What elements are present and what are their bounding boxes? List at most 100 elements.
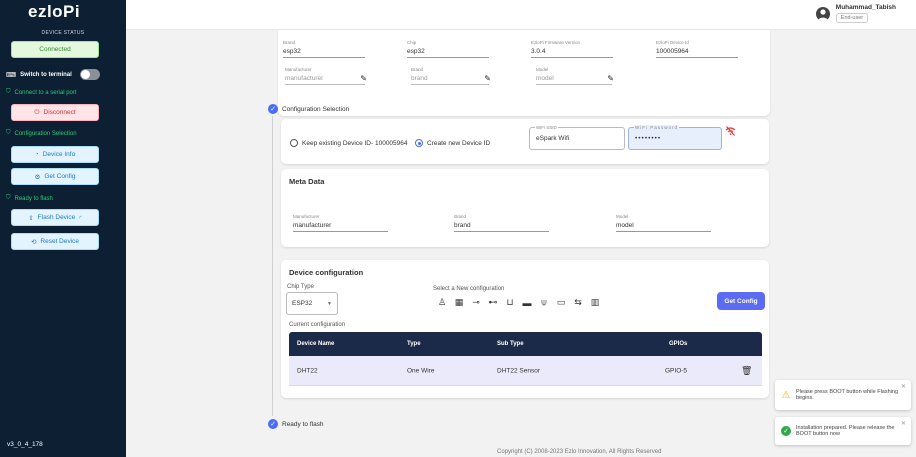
config-selection-label: Configuration Selection	[14, 130, 77, 137]
edit-pencil-icon[interactable]: ✎	[484, 74, 491, 83]
flash-device-label: Flash Device	[37, 214, 76, 221]
wifi-password-input[interactable]: WiFi Password ••••••••	[628, 125, 722, 150]
firmware-value: 3.0.4	[531, 48, 613, 58]
meta-manufacturer-field[interactable]: Manufacturer manufacturer	[293, 214, 388, 232]
meta-model-label: Model	[616, 214, 629, 219]
brand-label: Brand	[283, 40, 296, 45]
toast-success: ✓ Installation prepared. Please release …	[775, 417, 911, 445]
shield-check-icon: ⛉	[6, 195, 11, 201]
flash-icon: ⇪	[28, 214, 34, 222]
connected-label: Connected	[39, 46, 71, 53]
meta-model-field[interactable]: Model model	[616, 214, 711, 232]
app-logo: ezloPi	[28, 2, 81, 21]
switch-terminal-row: ⌨ Switch to terminal	[6, 69, 100, 80]
close-icon[interactable]: ✕	[901, 420, 906, 427]
device-status-label: DEVICE STATUS	[41, 30, 85, 36]
model-edit-label: Model	[536, 67, 549, 72]
chip-type-select[interactable]: ESP32 ▼	[286, 292, 338, 315]
brand-value: esp32	[283, 48, 365, 58]
footer-copyright: Copyright (C) 2008-2023 Ezlo Innovation,…	[497, 449, 662, 455]
meta-manufacturer-label: Manufacturer	[293, 214, 320, 219]
device-id-field: EzloPi Device Id 100005964	[656, 40, 738, 58]
keep-existing-radio[interactable]: Keep existing Device ID- 100005964	[290, 139, 408, 147]
config-card: Keep existing Device ID- 100005964 Creat…	[281, 119, 769, 164]
create-new-radio[interactable]: Create new Device ID	[415, 139, 490, 147]
firmware-label: EzloPi Firmware Version	[531, 40, 581, 45]
meta-data-title: Meta Data	[289, 177, 325, 186]
meta-brand-value: brand	[454, 222, 549, 232]
meta-brand-label: Brand	[454, 214, 467, 219]
firmware-field: EzloPi Firmware Version 3.0.4	[531, 40, 613, 58]
manufacturer-field[interactable]: Manufacturer manufacturer ✎	[285, 67, 367, 85]
meta-manufacturer-value: manufacturer	[293, 222, 388, 232]
device-config-title: Device configuration	[289, 268, 364, 277]
terminal-toggle[interactable]	[79, 69, 100, 80]
meta-brand-field[interactable]: Brand brand	[454, 214, 549, 232]
ready-flash-title: Ready to flash	[282, 420, 324, 428]
radio-button[interactable]	[290, 139, 298, 147]
dimmer-icon[interactable]: ⊸	[471, 297, 481, 308]
bulb-icon[interactable]: ♙	[437, 297, 447, 308]
toast-warning-text: Please press BOOT button while Flashing …	[796, 389, 899, 401]
display-icon[interactable]: ▭	[556, 297, 566, 308]
wifi-ssid-value: eSpark Wifi	[536, 135, 570, 142]
brand-edit-value: brand	[411, 75, 489, 85]
connected-button[interactable]: Connected	[11, 41, 99, 58]
config-selection-heading: ✓ Configuration Selection	[268, 104, 349, 114]
table-header: Device Name Type Sub Type GPIOs	[289, 332, 762, 356]
sensor-icon[interactable]: ▬	[522, 297, 532, 308]
create-new-label: Create new Device ID	[427, 139, 491, 147]
disconnect-button[interactable]: ⏻ Disconnect	[11, 104, 99, 121]
device-id-label: EzloPi Device Id	[656, 40, 689, 45]
chip-value: esp32	[407, 48, 489, 58]
plug-icon[interactable]: ⊷	[488, 297, 498, 308]
wifi-password-label: WiFi Password	[634, 125, 680, 130]
ir-icon[interactable]: ⊔	[505, 297, 515, 308]
ready-flash-label: Ready to flash	[14, 195, 53, 202]
model-edit-field[interactable]: Model model ✎	[536, 67, 614, 85]
user-menu[interactable]: Muhammad_Tabish End-user	[815, 4, 896, 23]
edit-pencil-icon[interactable]: ✎	[360, 74, 367, 83]
edit-pencil-icon[interactable]: ✎	[607, 74, 614, 83]
shield-check-icon: ⛉	[6, 130, 11, 136]
relay-icon[interactable]: ▦	[454, 297, 464, 308]
device-info-button[interactable]: ◔ Device Info	[11, 146, 99, 163]
connect-serial-step: ⛉ Connect to a serial port	[6, 89, 77, 96]
model-edit-value: model	[536, 75, 612, 85]
connect-serial-label: Connect to a serial port	[14, 89, 77, 96]
toast-success-text: Installation prepared. Please release th…	[796, 425, 895, 437]
switch-terminal-label: Switch to terminal	[20, 71, 72, 78]
table-row[interactable]: DHT22 One Wire DHT22 Sensor GPIO-5 🗑	[289, 356, 762, 386]
trash-icon[interactable]: 🗑	[741, 365, 752, 376]
wifi-password-value: ••••••••	[635, 135, 662, 142]
close-icon[interactable]: ✕	[901, 383, 906, 390]
ready-flash-step: ⛉ Ready to flash	[6, 195, 53, 202]
chip-field: Chip esp32	[407, 40, 489, 58]
get-config-sidebar-button[interactable]: ⚙ Get Config	[11, 168, 99, 185]
user-role: End-user	[835, 13, 869, 23]
antenna-icon[interactable]: ⍦	[539, 297, 549, 308]
brand-edit-field[interactable]: Brand brand ✎	[411, 67, 491, 85]
check-circle-icon: ✓	[268, 419, 278, 429]
get-config-sidebar-label: Get Config	[44, 173, 76, 180]
cell-type: One Wire	[407, 367, 435, 374]
cell-sub-type: DHT22 Sensor	[497, 367, 540, 374]
disconnect-label: Disconnect	[43, 109, 76, 116]
avatar	[815, 6, 830, 21]
swap-icon[interactable]: ⇆	[573, 297, 583, 308]
cell-gpios: GPIO-5	[665, 367, 688, 374]
column-gpios: GPIOs	[669, 341, 688, 347]
chip-icon[interactable]: ▥	[590, 297, 600, 308]
cell-device-name: DHT22	[297, 367, 318, 374]
sidebar: ezloPi DEVICE STATUS Connected ⌨ Switch …	[0, 0, 126, 457]
shield-check-icon: ⛉	[6, 89, 11, 95]
flash-device-button[interactable]: ⇪ Flash Device ◜	[11, 209, 99, 226]
config-table: Device Name Type Sub Type GPIOs DHT22 On…	[289, 332, 762, 386]
wifi-off-icon[interactable]	[725, 126, 736, 136]
reset-device-button[interactable]: ⟲ Reset Device	[11, 233, 99, 250]
radio-button-selected[interactable]	[415, 139, 423, 147]
reset-icon: ⟲	[30, 238, 37, 246]
wifi-ssid-input[interactable]: WiFi SSID eSpark Wifi	[529, 125, 625, 150]
get-config-button[interactable]: Get Config	[717, 292, 765, 310]
config-icon-toolbar: ♙ ▦ ⊸ ⊷ ⊔ ▬ ⍦ ▭ ⇆ ▥	[437, 297, 600, 308]
